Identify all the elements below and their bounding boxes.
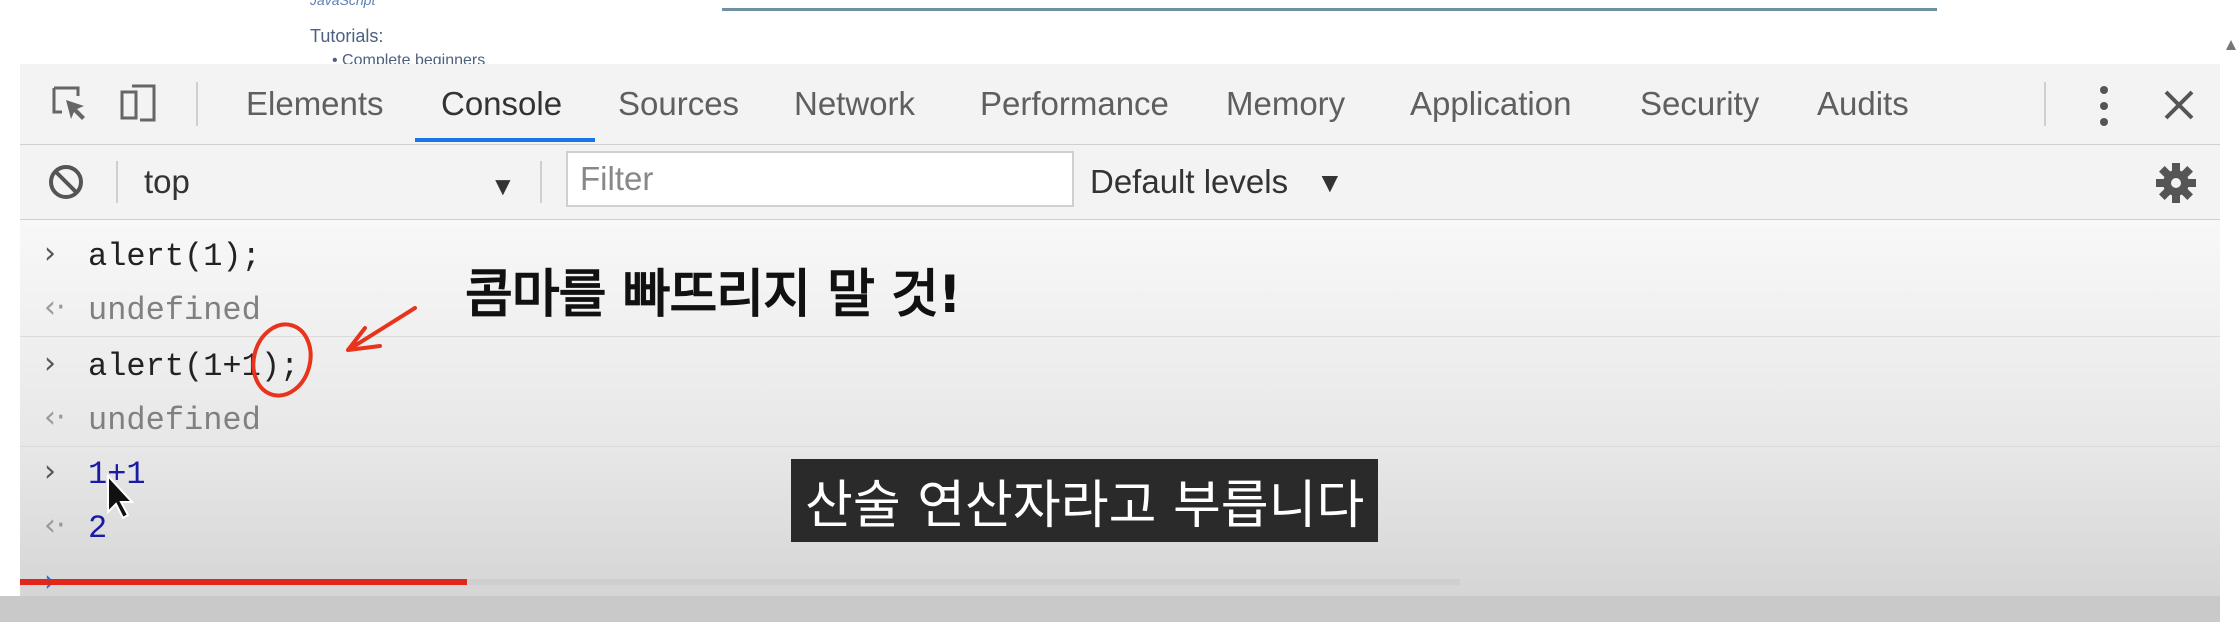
tab-network[interactable]: Network: [794, 64, 915, 144]
clear-console-icon[interactable]: [46, 162, 86, 202]
active-tab-indicator: [415, 138, 595, 142]
console-input-text[interactable]: alert(1+1);: [88, 348, 299, 385]
console-toolbar: top ▼ Default levels ▼: [20, 145, 2220, 220]
tab-elements[interactable]: Elements: [246, 64, 384, 144]
scroll-up-arrow-icon[interactable]: [2222, 30, 2240, 60]
tab-audits[interactable]: Audits: [1817, 64, 1909, 144]
context-selector[interactable]: top: [144, 145, 190, 219]
input-prompt-icon: ›: [44, 346, 56, 381]
input-prompt-icon: ›: [44, 454, 56, 489]
log-levels-selector[interactable]: Default levels: [1090, 145, 1288, 219]
tab-memory[interactable]: Memory: [1226, 64, 1345, 144]
result-arrow-icon: ‹·: [44, 508, 66, 543]
tab-sources[interactable]: Sources: [618, 64, 739, 144]
console-output-row: ‹· undefined: [20, 392, 2220, 447]
video-subtitle: 산술 연산자라고 부릅니다: [791, 459, 1379, 542]
console-output-row: ‹· undefined: [20, 282, 2220, 337]
console-output-text: undefined: [88, 292, 261, 329]
close-devtools-icon[interactable]: [2158, 84, 2200, 126]
screen: JavaScript Tutorials: • Complete beginne…: [20, 0, 2220, 622]
toolbar-separator: [116, 161, 118, 203]
input-prompt-icon: ›: [44, 236, 56, 271]
console-output-text: undefined: [88, 402, 261, 439]
device-toolbar-icon[interactable]: [116, 82, 160, 126]
filter-box[interactable]: [566, 151, 1074, 207]
tab-performance[interactable]: Performance: [980, 64, 1169, 144]
inspect-element-icon[interactable]: [48, 82, 92, 126]
tab-application[interactable]: Application: [1410, 64, 1571, 144]
console-output[interactable]: › alert(1); ‹· undefined › alert(1+1); ‹…: [20, 220, 2220, 622]
result-arrow-icon: ‹·: [44, 400, 66, 435]
page-divider: [722, 8, 1937, 11]
page-crumb[interactable]: JavaScript: [310, 0, 375, 8]
console-settings-gear-icon[interactable]: [2154, 161, 2198, 205]
video-progress-fill: [20, 579, 468, 585]
console-input-text[interactable]: 1+1: [88, 456, 146, 493]
levels-dropdown-icon[interactable]: ▼: [1316, 167, 1344, 199]
filter-input[interactable]: [568, 153, 1072, 205]
video-controls-strip: [0, 596, 2220, 622]
console-input-row[interactable]: › alert(1+1);: [20, 338, 2220, 392]
tab-security[interactable]: Security: [1640, 64, 1759, 144]
video-progress-bar[interactable]: [20, 579, 1460, 585]
devtools-tabbar: Elements Console Sources Network Perform…: [20, 64, 2220, 145]
tab-console[interactable]: Console: [441, 64, 562, 144]
web-page-content: JavaScript Tutorials: • Complete beginne…: [20, 0, 2220, 69]
annotation-note: 콤마를 빠뜨리지 말 것!: [465, 265, 962, 325]
console-input-text[interactable]: alert(1);: [88, 238, 261, 275]
toolbar-separator: [196, 82, 198, 126]
more-options-icon[interactable]: [2094, 84, 2114, 128]
console-output-text: 2: [88, 510, 108, 547]
toolbar-separator: [2044, 82, 2046, 126]
console-input-row[interactable]: › alert(1);: [20, 228, 2220, 282]
result-arrow-icon: ‹·: [44, 290, 66, 325]
tutorials-label: Tutorials:: [310, 26, 384, 46]
context-dropdown-icon[interactable]: ▼: [490, 171, 516, 202]
toolbar-separator: [540, 161, 542, 203]
